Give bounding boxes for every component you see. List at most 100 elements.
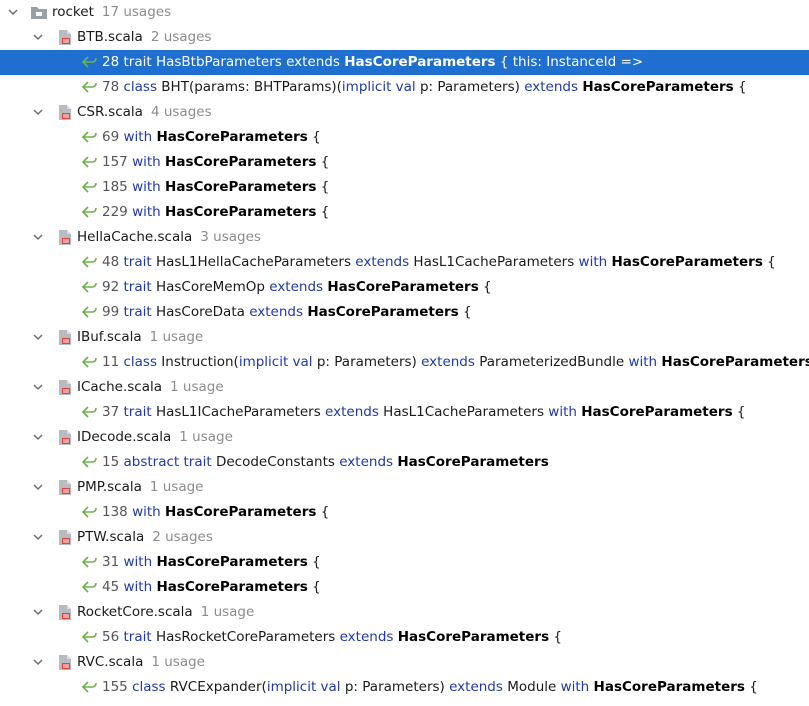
usage-line[interactable]: 92 trait HasCoreMemOp extends HasCorePar… bbox=[0, 275, 809, 300]
scala-file-icon bbox=[57, 604, 73, 621]
code-keyword: implicit val bbox=[238, 354, 313, 370]
code-text: { bbox=[458, 304, 472, 320]
file-name: PTW.scala bbox=[77, 529, 145, 545]
code-keyword: trait bbox=[123, 254, 152, 270]
code-text: { this: InstanceId => bbox=[495, 54, 644, 70]
usage-line[interactable]: 56 trait HasRocketCoreParameters extends… bbox=[0, 625, 809, 650]
line-number: 31 bbox=[102, 554, 120, 570]
usage-count: 2 usages bbox=[152, 529, 213, 545]
code-keyword: with bbox=[123, 579, 153, 595]
usage-line[interactable]: 15 abstract trait DecodeConstants extend… bbox=[0, 450, 809, 475]
code-keyword: trait bbox=[123, 279, 152, 295]
usage-line[interactable]: 45 with HasCoreParameters { bbox=[0, 575, 809, 600]
usage-line[interactable]: 185 with HasCoreParameters { bbox=[0, 175, 809, 200]
chevron-down-icon[interactable] bbox=[33, 482, 43, 492]
code-text: ParameterizedBundle bbox=[474, 354, 629, 370]
usage-line[interactable]: 69 with HasCoreParameters { bbox=[0, 125, 809, 150]
code-text: p: Parameters) bbox=[312, 354, 422, 370]
scala-file-icon bbox=[57, 379, 73, 396]
chevron-down-icon[interactable] bbox=[33, 607, 43, 617]
code-keyword: extends bbox=[339, 454, 394, 470]
tree-node-file[interactable]: HellaCache.scala 3 usages bbox=[0, 225, 809, 250]
code-text: DecodeConstants bbox=[211, 454, 340, 470]
chevron-down-icon[interactable] bbox=[33, 657, 43, 667]
code-text: Instruction( bbox=[157, 354, 239, 370]
code-text: { bbox=[307, 129, 321, 145]
chevron-down-icon[interactable] bbox=[33, 382, 43, 392]
chevron-down-icon[interactable] bbox=[33, 32, 43, 42]
code-text: p: Parameters) bbox=[340, 679, 450, 695]
usage-line[interactable]: 78 class BHT(params: BHTParams)(implicit… bbox=[0, 75, 809, 100]
usage-count: 1 usage bbox=[200, 604, 255, 620]
file-name: RVC.scala bbox=[77, 654, 144, 670]
scala-file-icon bbox=[57, 29, 73, 46]
tree-node-file[interactable]: RVC.scala 1 usage bbox=[0, 650, 809, 675]
usage-line[interactable]: 155 class RVCExpander(implicit val p: Pa… bbox=[0, 675, 809, 700]
code-text: { bbox=[316, 204, 330, 220]
tree-node-file[interactable]: BTB.scala 2 usages bbox=[0, 25, 809, 50]
file-name: BTB.scala bbox=[77, 29, 143, 45]
usage-line[interactable]: 48 trait HasL1HellaCacheParameters exten… bbox=[0, 250, 809, 275]
code-keyword: extends bbox=[449, 679, 503, 695]
code-keyword: class bbox=[123, 79, 157, 95]
code-keyword: abstract trait bbox=[123, 454, 212, 470]
chevron-down-icon[interactable] bbox=[33, 532, 43, 542]
tree-node-package-rocket[interactable]: rocket 17 usages bbox=[0, 0, 809, 25]
code-match: HasCoreParameters bbox=[165, 204, 317, 220]
usage-line[interactable]: 157 with HasCoreParameters { bbox=[0, 150, 809, 175]
code-text: RVCExpander( bbox=[165, 679, 267, 695]
tree-node-file[interactable]: CSR.scala 4 usages bbox=[0, 100, 809, 125]
code-text: HasCoreData bbox=[151, 304, 250, 320]
chevron-down-icon[interactable] bbox=[33, 232, 43, 242]
code-text: HasRocketCoreParameters bbox=[151, 629, 340, 645]
code-text: { bbox=[549, 629, 562, 645]
code-match: HasCoreParameters bbox=[165, 504, 317, 520]
code-match: HasCoreParameters bbox=[344, 54, 496, 70]
tree-node-file[interactable]: IDecode.scala 1 usage bbox=[0, 425, 809, 450]
code-match: HasCoreParameters bbox=[165, 179, 317, 195]
line-number: 56 bbox=[102, 629, 120, 645]
line-number: 78 bbox=[102, 79, 120, 95]
usage-line[interactable]: 31 with HasCoreParameters { bbox=[0, 550, 809, 575]
usage-line[interactable]: 138 with HasCoreParameters { bbox=[0, 500, 809, 525]
usage-line[interactable]: 229 with HasCoreParameters { bbox=[0, 200, 809, 225]
usage-line-selected[interactable]: 28 trait HasBtbParameters extends HasCor… bbox=[0, 50, 809, 75]
usage-line[interactable]: 99 trait HasCoreData extends HasCorePara… bbox=[0, 300, 809, 325]
chevron-down-icon[interactable] bbox=[33, 432, 43, 442]
code-keyword: extends bbox=[339, 629, 394, 645]
tree-node-file[interactable]: ICache.scala 1 usage bbox=[0, 375, 809, 400]
code-text: HasL1CacheParameters bbox=[378, 404, 549, 420]
package-folder-icon bbox=[30, 4, 47, 21]
usage-arrow-icon bbox=[82, 180, 98, 194]
scala-file-icon bbox=[57, 479, 73, 496]
tree-node-file[interactable]: PTW.scala 2 usages bbox=[0, 525, 809, 550]
usage-arrow-icon bbox=[82, 305, 98, 319]
code-keyword: with bbox=[548, 404, 577, 420]
tree-node-file[interactable]: RocketCore.scala 1 usage bbox=[0, 600, 809, 625]
code-text: HasL1ICacheParameters bbox=[151, 404, 326, 420]
chevron-down-icon[interactable] bbox=[33, 107, 43, 117]
code-match: HasCoreParameters bbox=[661, 354, 809, 370]
code-text: HasL1CacheParameters bbox=[409, 254, 579, 270]
code-keyword: trait bbox=[123, 54, 152, 70]
code-match: HasCoreParameters bbox=[611, 254, 763, 270]
tree-node-file[interactable]: IBuf.scala 1 usage bbox=[0, 325, 809, 350]
line-number: 69 bbox=[102, 129, 120, 145]
usage-arrow-icon bbox=[82, 455, 98, 469]
usage-arrow-icon bbox=[82, 130, 98, 144]
code-match: HasCoreParameters bbox=[156, 579, 308, 595]
code-keyword: extends bbox=[286, 54, 340, 70]
chevron-down-icon[interactable] bbox=[8, 7, 18, 17]
code-keyword: extends bbox=[269, 279, 324, 295]
tree-node-file[interactable]: PMP.scala 1 usage bbox=[0, 475, 809, 500]
usage-count: 3 usages bbox=[200, 229, 261, 245]
code-text: { bbox=[732, 404, 746, 420]
file-name: IBuf.scala bbox=[77, 329, 142, 345]
usage-line[interactable]: 11 class Instruction(implicit val p: Par… bbox=[0, 350, 809, 375]
usage-line[interactable]: 37 trait HasL1ICacheParameters extends H… bbox=[0, 400, 809, 425]
line-number: 45 bbox=[102, 579, 120, 595]
chevron-down-icon[interactable] bbox=[33, 332, 43, 342]
code-text: { bbox=[316, 154, 330, 170]
code-text: { bbox=[307, 579, 321, 595]
line-number: 11 bbox=[102, 354, 120, 370]
